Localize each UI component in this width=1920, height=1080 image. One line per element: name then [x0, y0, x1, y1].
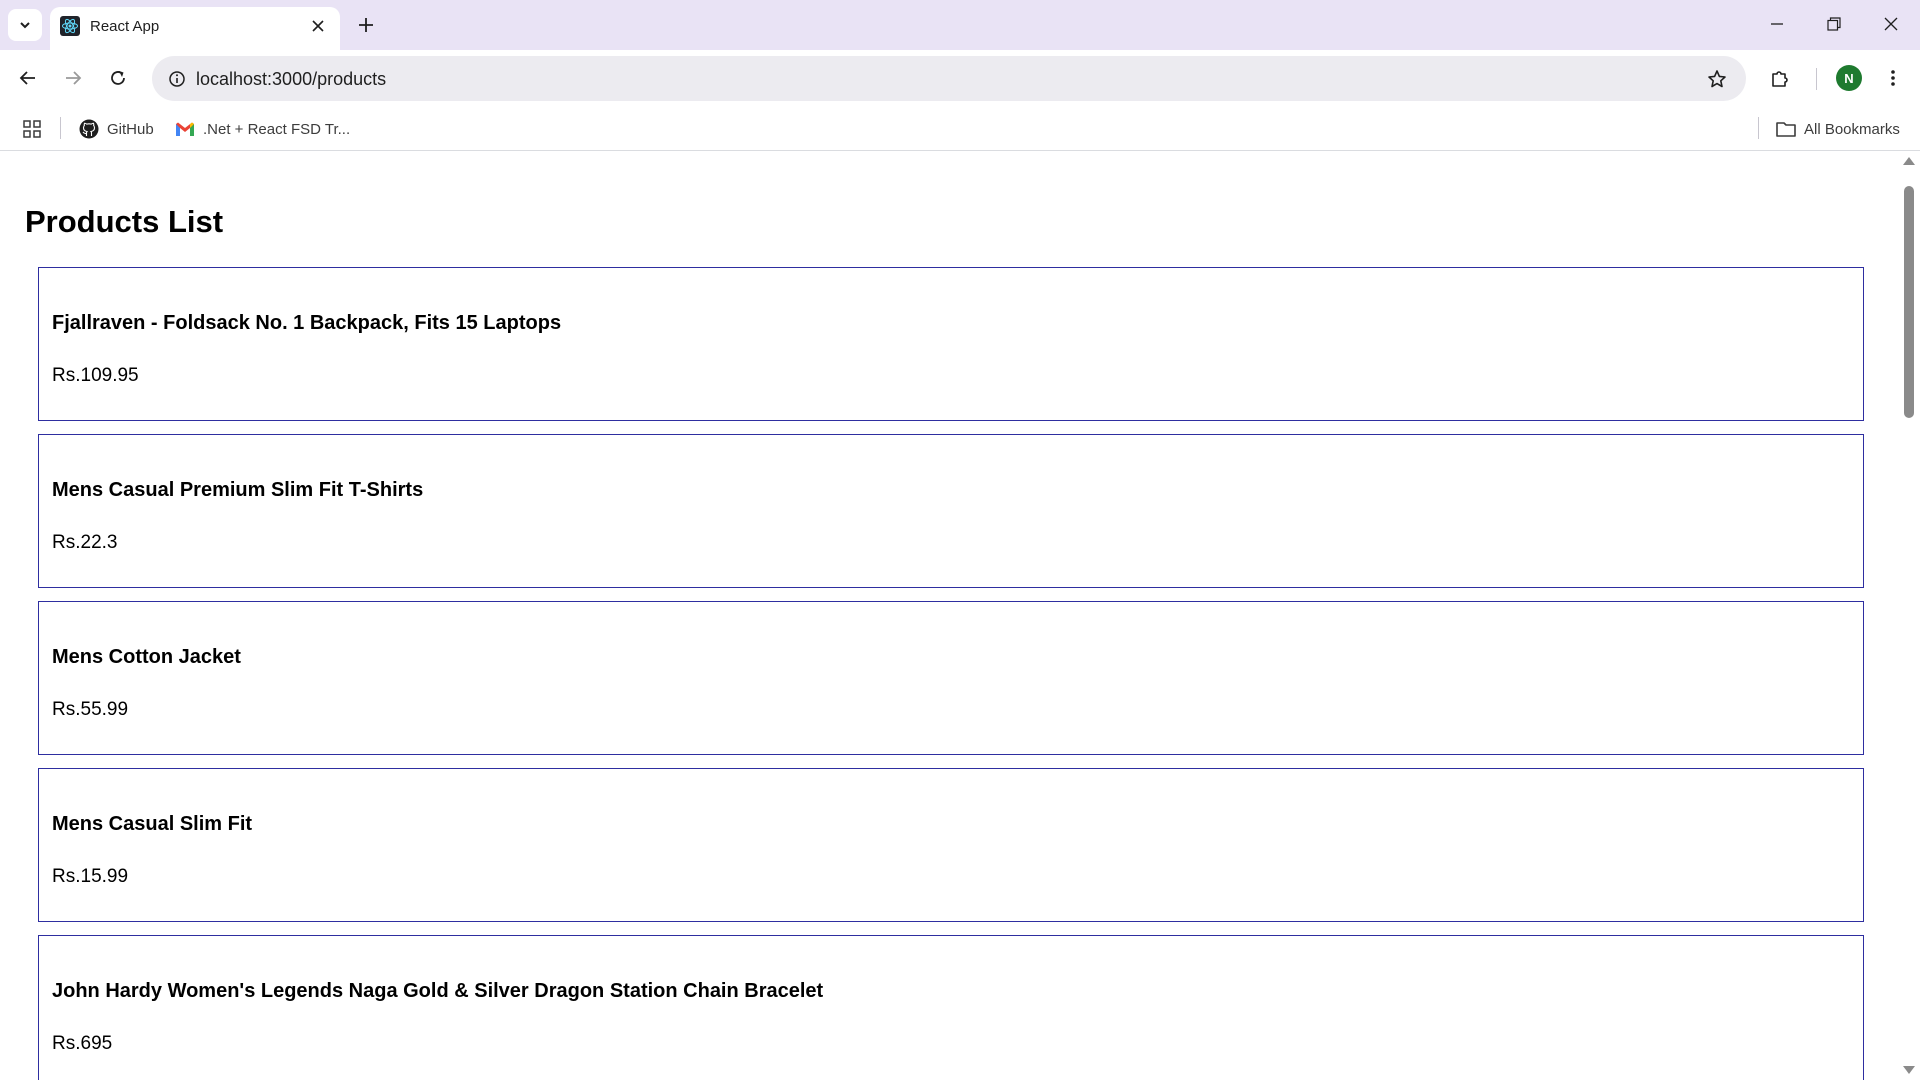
back-button[interactable] — [13, 63, 43, 93]
site-info-button[interactable] — [162, 64, 192, 94]
plus-icon — [359, 18, 373, 32]
product-name: Fjallraven - Foldsack No. 1 Backpack, Fi… — [52, 312, 562, 334]
product-name: Mens Casual Premium Slim Fit T-Shirts — [52, 479, 424, 501]
product-card: Mens Casual Slim Fit Rs.15.99 — [38, 768, 1864, 922]
reload-button[interactable] — [103, 63, 133, 93]
puzzle-icon — [1772, 71, 1788, 87]
product-price: Rs.55.99 — [52, 699, 129, 720]
tab-react-app[interactable]: React App — [50, 7, 340, 50]
tab-strip: React App — [0, 0, 1920, 50]
product-name: John Hardy Women's Legends Naga Gold & S… — [52, 980, 824, 1002]
product-price: Rs.22.3 — [52, 532, 118, 553]
reload-icon — [111, 71, 125, 85]
url-text[interactable]: localhost:3000/products — [196, 69, 386, 90]
forward-button[interactable] — [58, 63, 88, 93]
close-window-button[interactable] — [1879, 12, 1903, 36]
close-icon — [312, 20, 324, 32]
all-bookmarks-label: All Bookmarks — [1804, 120, 1900, 138]
apps-button[interactable] — [20, 117, 44, 141]
scroll-up-arrow-icon[interactable] — [1903, 157, 1915, 165]
scroll-thumb[interactable] — [1904, 186, 1914, 418]
bookmarks-bar: GitHub .Net + React FSD Tr... All Bookma… — [0, 107, 1920, 151]
page-viewport: Products List Fjallraven - Foldsack No. … — [0, 152, 1920, 1080]
bookmark-label: GitHub — [107, 120, 154, 138]
page-scrollbar[interactable] — [1898, 152, 1920, 1080]
minimize-button[interactable] — [1765, 12, 1789, 36]
bookmark-dotnet-react[interactable]: .Net + React FSD Tr... — [175, 115, 350, 143]
info-icon — [169, 71, 185, 87]
arrow-right-icon — [66, 71, 82, 85]
tab-close-button[interactable] — [308, 16, 328, 36]
browser-menu-button[interactable] — [1878, 63, 1908, 93]
extensions-button[interactable] — [1765, 63, 1795, 93]
tab-title: React App — [90, 18, 160, 35]
close-icon — [1884, 17, 1898, 31]
product-price: Rs.695 — [52, 1033, 113, 1054]
new-tab-button[interactable] — [354, 13, 378, 37]
github-icon — [79, 119, 99, 139]
address-bar[interactable]: localhost:3000/products — [152, 56, 1746, 101]
bookmark-label: .Net + React FSD Tr... — [203, 120, 351, 138]
product-price: Rs.109.95 — [52, 365, 139, 386]
product-card: Mens Cotton Jacket Rs.55.99 — [38, 601, 1864, 755]
tab-search-button[interactable] — [8, 9, 42, 41]
chevron-down-icon — [20, 22, 30, 29]
product-card: Mens Casual Premium Slim Fit T-Shirts Rs… — [38, 434, 1864, 588]
react-icon — [60, 16, 80, 36]
gmail-icon — [176, 122, 194, 136]
browser-toolbar: localhost:3000/products N — [0, 50, 1920, 107]
product-list: Fjallraven - Foldsack No. 1 Backpack, Fi… — [38, 267, 1864, 1080]
apps-grid-icon — [23, 120, 41, 138]
page-title: Products List — [25, 204, 224, 239]
bookmark-star-button[interactable] — [1702, 64, 1732, 94]
profile-avatar[interactable]: N — [1836, 65, 1862, 91]
bookmarks-separator — [60, 117, 61, 139]
restore-icon — [1827, 17, 1841, 31]
product-price: Rs.15.99 — [52, 866, 129, 887]
bookmark-github[interactable]: GitHub — [79, 115, 154, 143]
minimize-icon — [1771, 23, 1783, 25]
product-name: Mens Cotton Jacket — [52, 646, 241, 668]
product-card: John Hardy Women's Legends Naga Gold & S… — [38, 935, 1864, 1080]
product-card: Fjallraven - Foldsack No. 1 Backpack, Fi… — [38, 267, 1864, 421]
all-bookmarks-button[interactable]: All Bookmarks — [1776, 115, 1900, 143]
star-icon — [1708, 70, 1726, 88]
scroll-down-arrow-icon[interactable] — [1903, 1066, 1915, 1074]
arrow-left-icon — [19, 71, 35, 85]
restore-button[interactable] — [1822, 12, 1846, 36]
bookmarks-separator — [1758, 117, 1759, 139]
more-vert-icon — [1891, 70, 1895, 86]
folder-icon — [1776, 122, 1796, 137]
toolbar-divider — [1816, 68, 1817, 90]
product-name: Mens Casual Slim Fit — [52, 813, 253, 835]
